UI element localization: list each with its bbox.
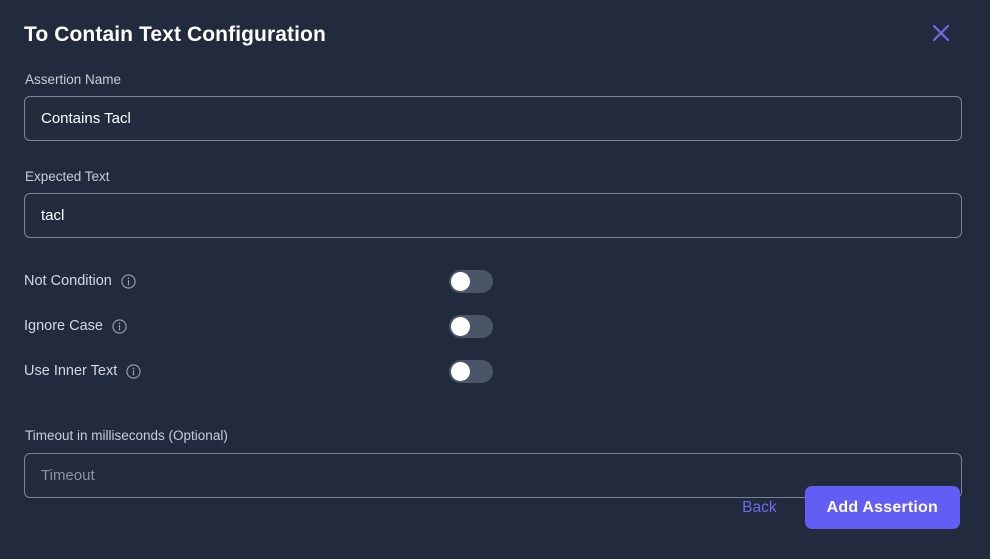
dialog-header: To Contain Text Configuration [0, 0, 990, 66]
assertion-name-input[interactable] [24, 96, 962, 142]
not-condition-toggle[interactable] [449, 269, 493, 293]
expected-text-input[interactable] [24, 193, 962, 239]
dialog-title: To Contain Text Configuration [24, 22, 326, 46]
ignore-case-toggle[interactable] [449, 314, 493, 338]
timeout-label: Timeout in milliseconds (Optional) [25, 428, 228, 444]
expected-text-field-group: Expected Text [24, 169, 962, 239]
toggle-knob [451, 271, 470, 291]
info-circle-icon[interactable] [126, 364, 141, 379]
dialog-body: Assertion Name Expected Text Not Conditi… [24, 72, 962, 498]
ignore-case-label: Ignore Case [24, 318, 103, 335]
close-icon [929, 21, 953, 45]
add-assertion-button[interactable]: Add Assertion [804, 486, 960, 529]
close-button[interactable] [924, 16, 958, 50]
assertion-name-label: Assertion Name [25, 72, 122, 87]
toggle-knob [451, 316, 470, 336]
not-condition-row: Not Condition [24, 265, 962, 297]
not-condition-toggle-wrap [449, 265, 493, 297]
ignore-case-toggle-wrap [449, 310, 493, 342]
use-inner-text-row: Use Inner Text [24, 355, 962, 387]
back-button[interactable]: Back [740, 495, 778, 521]
use-inner-text-toggle[interactable] [449, 359, 493, 383]
dialog-footer: Back Add Assertion [740, 486, 960, 529]
info-circle-icon[interactable] [112, 319, 127, 334]
toggle-knob [451, 361, 470, 381]
use-inner-text-toggle-wrap [449, 355, 493, 387]
use-inner-text-label: Use Inner Text [24, 363, 118, 380]
ignore-case-row: Ignore Case [24, 310, 962, 342]
info-circle-icon[interactable] [121, 274, 136, 289]
assertion-configuration-dialog: To Contain Text Configuration Assertion … [0, 0, 990, 559]
not-condition-label: Not Condition [24, 273, 112, 290]
expected-text-label: Expected Text [25, 169, 110, 185]
assertion-name-field-group: Assertion Name [24, 72, 962, 142]
